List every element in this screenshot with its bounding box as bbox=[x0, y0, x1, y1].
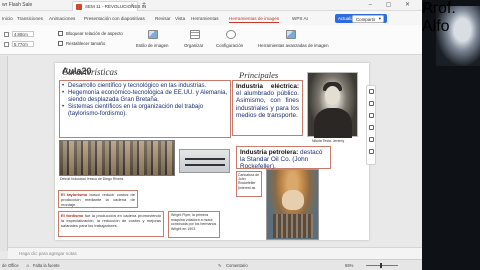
width-input[interactable]: 5.77cm bbox=[12, 41, 34, 47]
effects-icon[interactable] bbox=[369, 137, 374, 142]
width-icon bbox=[4, 42, 9, 47]
reset-size-button[interactable]: Restablecer tamaño bbox=[66, 41, 105, 46]
crop-icon[interactable] bbox=[369, 89, 374, 94]
floating-tool-strip bbox=[366, 85, 376, 165]
document-tab-label: SEM 11 - REVOLUCIONES IN bbox=[85, 4, 147, 9]
bullet-item: Desarrollo científico y tecnológico en l… bbox=[62, 82, 228, 89]
webcam-overlay bbox=[422, 0, 480, 270]
zoom-slider[interactable] bbox=[366, 265, 398, 266]
tab-revisar[interactable]: Revisar bbox=[155, 16, 171, 21]
tab-vista[interactable]: Vista bbox=[175, 16, 185, 21]
settings-gear-icon[interactable] bbox=[226, 30, 236, 39]
more-icon[interactable] bbox=[369, 149, 374, 154]
taylorismo-box[interactable]: El taylorismo buscó reducir costos de pr… bbox=[58, 190, 138, 208]
font-missing-icon[interactable]: ⚠ bbox=[26, 263, 30, 268]
new-tab-button[interactable]: + bbox=[142, 1, 146, 8]
electrica-title: Industria eléctrica: bbox=[236, 83, 299, 90]
organizar-button[interactable]: Organizar bbox=[184, 43, 203, 48]
font-missing-label[interactable]: Falta la fuente bbox=[33, 263, 60, 268]
status-left: de Office bbox=[2, 263, 19, 268]
comentario-button[interactable]: Comentario bbox=[226, 263, 248, 268]
advanced-image-tools-icon[interactable] bbox=[286, 30, 296, 39]
wright-flyer-image[interactable] bbox=[179, 149, 230, 173]
comment-icon[interactable]: ✎ bbox=[218, 263, 222, 268]
slide[interactable]: Características Aula20 Principales Desar… bbox=[55, 63, 369, 240]
ribbon-toolbar: 4.80cm 5.77cm Bloquear relación de aspec… bbox=[0, 25, 422, 55]
notes-pane[interactable]: Haga clic para agregar notas bbox=[8, 247, 422, 259]
tesla-photo[interactable] bbox=[307, 72, 358, 138]
zoom-level[interactable]: 65% bbox=[345, 263, 353, 268]
herramientas-avanzadas-button[interactable]: Herramientas avanzadas de imagen bbox=[258, 43, 329, 48]
reset-size-icon[interactable] bbox=[58, 41, 63, 46]
tab-herramientas[interactable]: Herramientas bbox=[191, 16, 219, 21]
detroit-mural-image[interactable] bbox=[59, 140, 175, 176]
electrica-text: el alumbrado público. Asimismo, con fine… bbox=[236, 90, 299, 119]
wright-flyer-box[interactable]: Wright Flyer, la primera máquina volador… bbox=[168, 211, 220, 238]
slide-title-left[interactable]: Características Aula20 bbox=[62, 66, 118, 77]
bullet-item: Sistemas científicos en la organización … bbox=[62, 103, 228, 117]
zoom-slider-handle[interactable] bbox=[380, 263, 382, 268]
app-window: wr Flash Sale SEM 11 - REVOLUCIONES IN ×… bbox=[0, 0, 480, 270]
presenter-name: Prof. Alfo bbox=[422, 0, 456, 35]
slide-thumbnail-pane[interactable] bbox=[0, 56, 8, 251]
estilo-imagen-button[interactable]: Estilo de imagen bbox=[136, 43, 168, 48]
height-input[interactable]: 4.80cm bbox=[12, 31, 34, 37]
image-style-icon[interactable] bbox=[148, 30, 158, 39]
tab-inicio[interactable]: Inicio bbox=[2, 16, 13, 21]
status-bar: de Office ⚠ Falta la fuente ✎ Comentario… bbox=[0, 259, 422, 270]
tab-presentacion[interactable]: Presentación con diapositivas bbox=[84, 16, 145, 21]
window-controls[interactable]: – ▢ ✕ bbox=[369, 1, 416, 8]
lock-aspect-checkbox[interactable] bbox=[58, 31, 63, 36]
bullet-list-box[interactable]: Desarrollo científico y tecnológico en l… bbox=[59, 80, 231, 138]
fordismo-box[interactable]: El fordismo fue la producción en cadena … bbox=[58, 211, 164, 237]
rockefeller-caricature-image[interactable] bbox=[266, 169, 319, 240]
industria-petrolera-box[interactable]: Industria petrolera: destacó la Standar … bbox=[236, 146, 331, 170]
height-icon bbox=[4, 32, 9, 37]
layers-icon[interactable] bbox=[369, 101, 374, 106]
petrolera-title: Industria petrolera: bbox=[240, 149, 299, 156]
title-overlay-watermark: Aula20 bbox=[62, 66, 92, 76]
title-bar: wr Flash Sale SEM 11 - REVOLUCIONES IN ×… bbox=[0, 0, 422, 11]
lock-aspect-label: Bloquear relación de aspecto bbox=[66, 31, 123, 36]
compartir-button[interactable]: Compartir bbox=[352, 15, 384, 23]
close-tab-icon[interactable]: × bbox=[130, 3, 134, 9]
tab-herramientas-imagen[interactable]: Herramientas de imagen bbox=[229, 16, 280, 23]
industria-electrica-box[interactable]: Industria eléctrica: el alumbrado públic… bbox=[232, 80, 303, 136]
tab-wps-ai[interactable]: WPS AI bbox=[292, 16, 308, 21]
caricatura-box[interactable]: Caricatura de John Rockefeller (interest… bbox=[236, 171, 262, 197]
bullet-item: Hegemonía económico-tecnológica de EE.UU… bbox=[62, 89, 228, 103]
tab-transiciones[interactable]: Transiciones bbox=[17, 16, 43, 21]
style-icon[interactable] bbox=[369, 113, 374, 118]
mural-caption: Detroit Industrial, fresco de Diego Rive… bbox=[60, 177, 124, 181]
tab-animaciones[interactable]: Animaciones bbox=[49, 16, 75, 21]
document-tab[interactable]: SEM 11 - REVOLUCIONES IN × bbox=[72, 1, 146, 11]
presentation-logo-icon bbox=[76, 4, 82, 10]
slide-title-right[interactable]: Principales bbox=[239, 70, 278, 80]
tesla-caption: Nikola Tesla. Jeremy bbox=[312, 139, 345, 143]
configuracion-button[interactable]: Configuración bbox=[216, 43, 243, 48]
organize-icon[interactable] bbox=[190, 30, 200, 39]
frame-icon[interactable] bbox=[369, 125, 374, 130]
app-name: wr Flash Sale bbox=[2, 2, 33, 8]
notes-placeholder: Haga clic para agregar notas bbox=[19, 251, 77, 256]
